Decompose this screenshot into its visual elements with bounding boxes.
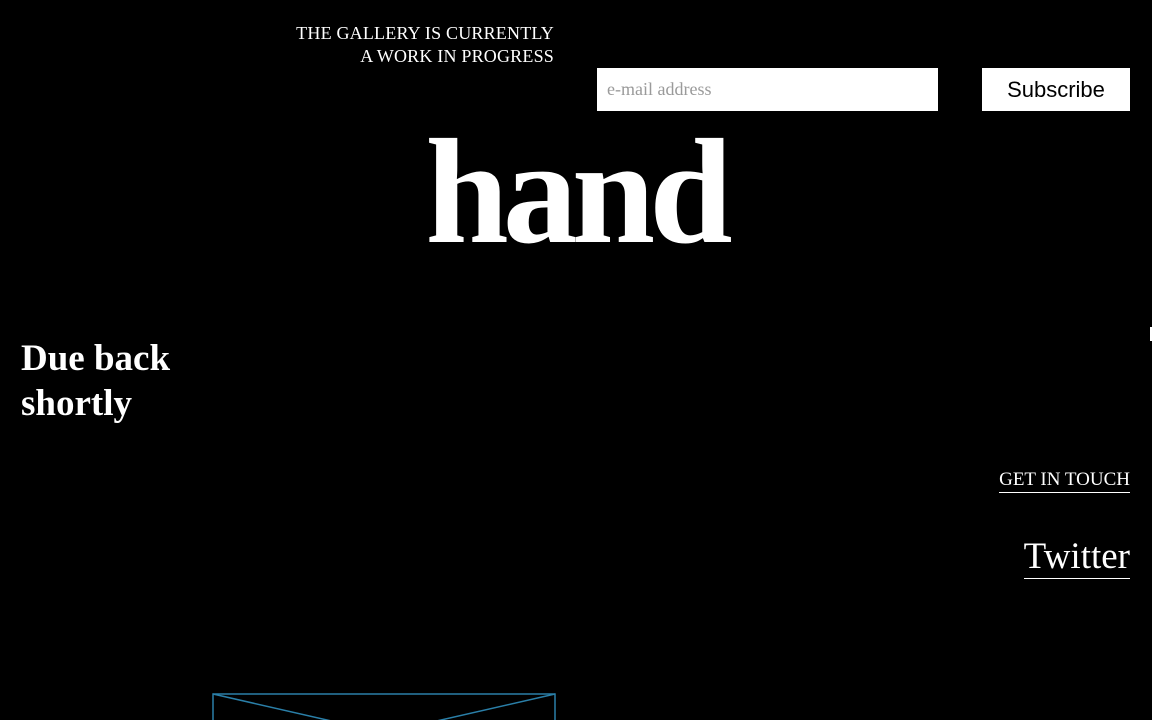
tagline: Due back shortly bbox=[21, 336, 170, 426]
tagline-line-2: shortly bbox=[21, 383, 132, 424]
gallery-notice-line-1: THE GALLERY IS CURRENTLY bbox=[296, 23, 554, 43]
envelope-icon[interactable] bbox=[212, 693, 556, 720]
gallery-notice: THE GALLERY IS CURRENTLY A WORK IN PROGR… bbox=[296, 22, 554, 68]
page: THE GALLERY IS CURRENTLY A WORK IN PROGR… bbox=[0, 0, 1152, 720]
gallery-notice-line-2: A WORK IN PROGRESS bbox=[360, 46, 554, 66]
email-field[interactable] bbox=[597, 68, 938, 111]
tagline-line-1: Due back bbox=[21, 338, 171, 379]
twitter-link[interactable]: Twitter bbox=[1023, 536, 1130, 579]
subscribe-button[interactable]: Subscribe bbox=[982, 68, 1130, 111]
envelope-outline bbox=[212, 693, 556, 720]
get-in-touch-link[interactable]: GET IN TOUCH bbox=[999, 469, 1130, 493]
envelope-flap bbox=[212, 693, 556, 720]
site-logo: hand bbox=[425, 109, 732, 275]
